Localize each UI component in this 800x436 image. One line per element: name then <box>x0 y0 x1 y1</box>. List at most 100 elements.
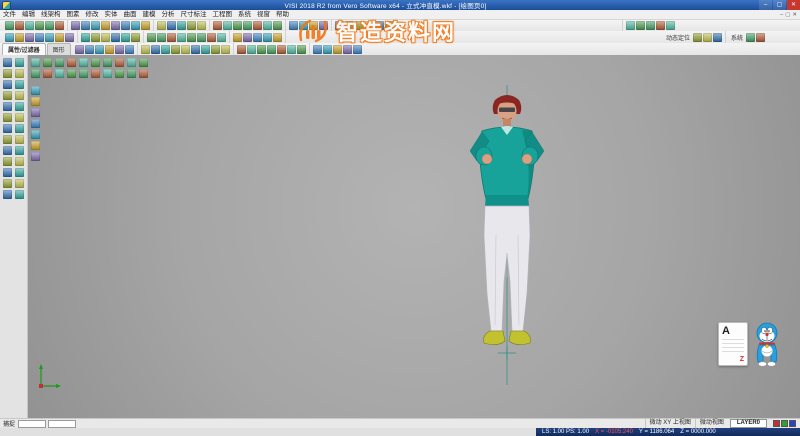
tool-icon[interactable] <box>267 45 276 54</box>
nudge-mode[interactable]: 微动 XY 上视图 <box>645 419 695 428</box>
tool-icon[interactable] <box>101 21 110 30</box>
tool-icon[interactable] <box>55 21 64 30</box>
tool-icon[interactable] <box>67 69 76 78</box>
tool-icon[interactable] <box>15 135 24 144</box>
tool-icon[interactable] <box>3 190 12 199</box>
tool-icon[interactable] <box>43 58 52 67</box>
tool-icon[interactable] <box>141 21 150 30</box>
tool-icon[interactable] <box>656 21 665 30</box>
tool-icon[interactable] <box>375 21 384 30</box>
tool-icon[interactable] <box>3 58 12 67</box>
tool-icon[interactable] <box>15 102 24 111</box>
tool-icon[interactable] <box>121 33 130 42</box>
tool-icon[interactable] <box>91 33 100 42</box>
tool-icon[interactable] <box>167 33 176 42</box>
tool-icon[interactable] <box>713 33 722 42</box>
tool-icon[interactable] <box>75 45 84 54</box>
menu-item[interactable]: 帮助 <box>273 10 292 19</box>
tool-icon[interactable] <box>15 157 24 166</box>
tool-icon[interactable] <box>15 80 24 89</box>
menu-item[interactable]: 图素 <box>64 10 83 19</box>
tool-icon[interactable] <box>257 45 266 54</box>
human-figure-model[interactable] <box>418 85 598 385</box>
tool-icon[interactable] <box>5 21 14 30</box>
tool-icon[interactable] <box>636 21 645 30</box>
tool-icon[interactable] <box>646 21 655 30</box>
tool-icon[interactable] <box>3 124 12 133</box>
menu-item[interactable]: 系统 <box>235 10 254 19</box>
tool-icon[interactable] <box>247 45 256 54</box>
tool-icon[interactable] <box>3 80 12 89</box>
close-button[interactable]: ✕ <box>787 0 800 10</box>
tool-icon[interactable] <box>79 58 88 67</box>
tool-icon[interactable] <box>213 21 222 30</box>
tool-icon[interactable] <box>91 69 100 78</box>
tool-icon[interactable] <box>85 45 94 54</box>
tool-icon[interactable] <box>756 33 765 42</box>
tool-icon[interactable] <box>105 45 114 54</box>
tool-icon[interactable] <box>101 33 110 42</box>
tool-icon[interactable] <box>115 69 124 78</box>
tool-icon[interactable] <box>147 33 156 42</box>
tool-icon[interactable] <box>187 21 196 30</box>
tool-icon[interactable] <box>31 97 40 106</box>
tool-icon[interactable] <box>103 58 112 67</box>
tool-icon[interactable] <box>273 33 282 42</box>
tool-icon[interactable] <box>243 33 252 42</box>
tool-icon[interactable] <box>157 33 166 42</box>
tool-icon[interactable] <box>31 86 40 95</box>
tool-icon[interactable] <box>81 33 90 42</box>
tool-icon[interactable] <box>3 69 12 78</box>
layer-color-swatch[interactable] <box>773 420 780 427</box>
maximize-button[interactable]: ▢ <box>773 0 786 10</box>
tool-icon[interactable] <box>191 45 200 54</box>
tool-icon[interactable] <box>187 33 196 42</box>
menu-item[interactable]: 文件 <box>0 10 19 19</box>
nudge-view[interactable]: 微动视图 <box>695 419 728 428</box>
tool-icon[interactable] <box>335 21 344 30</box>
tool-icon[interactable] <box>221 45 230 54</box>
tool-icon[interactable] <box>15 168 24 177</box>
tool-icon[interactable] <box>299 21 308 30</box>
tool-icon[interactable] <box>197 21 206 30</box>
layer-color-swatch[interactable] <box>789 420 796 427</box>
tool-icon[interactable] <box>91 21 100 30</box>
menu-item[interactable]: 线架构 <box>38 10 64 19</box>
tool-icon[interactable] <box>277 45 286 54</box>
snap-input-2[interactable] <box>48 420 76 428</box>
tool-icon[interactable] <box>345 21 354 30</box>
tool-icon[interactable] <box>273 21 282 30</box>
tool-icon[interactable] <box>703 33 712 42</box>
tool-icon[interactable] <box>15 146 24 155</box>
tool-icon[interactable] <box>365 21 374 30</box>
tool-icon[interactable] <box>3 113 12 122</box>
layer-color-swatch[interactable] <box>781 420 788 427</box>
minimize-button[interactable]: – <box>759 0 772 10</box>
tool-icon[interactable] <box>31 130 40 139</box>
toolbar-label-dynamic[interactable]: 动态定位 <box>664 33 692 42</box>
tool-icon[interactable] <box>111 33 120 42</box>
menu-item[interactable]: 建模 <box>140 10 159 19</box>
tool-icon[interactable] <box>67 58 76 67</box>
tool-icon[interactable] <box>287 45 296 54</box>
tool-icon[interactable] <box>91 58 100 67</box>
tool-icon[interactable] <box>35 33 44 42</box>
doc-minimize-icon[interactable]: – <box>780 12 783 18</box>
tool-icon[interactable] <box>319 21 328 30</box>
tool-icon[interactable] <box>131 33 140 42</box>
tool-icon[interactable] <box>3 157 12 166</box>
tool-icon[interactable] <box>45 33 54 42</box>
menu-item[interactable]: 实体 <box>102 10 121 19</box>
tool-icon[interactable] <box>55 58 64 67</box>
tool-icon[interactable] <box>355 21 364 30</box>
tool-icon[interactable] <box>157 21 166 30</box>
tool-icon[interactable] <box>313 45 322 54</box>
tool-icon[interactable] <box>3 179 12 188</box>
tool-icon[interactable] <box>289 21 298 30</box>
tool-icon[interactable] <box>139 58 148 67</box>
menu-item[interactable]: 工程图 <box>210 10 236 19</box>
tool-icon[interactable] <box>131 21 140 30</box>
tool-icon[interactable] <box>25 33 34 42</box>
tool-icon[interactable] <box>15 21 24 30</box>
tool-icon[interactable] <box>31 108 40 117</box>
